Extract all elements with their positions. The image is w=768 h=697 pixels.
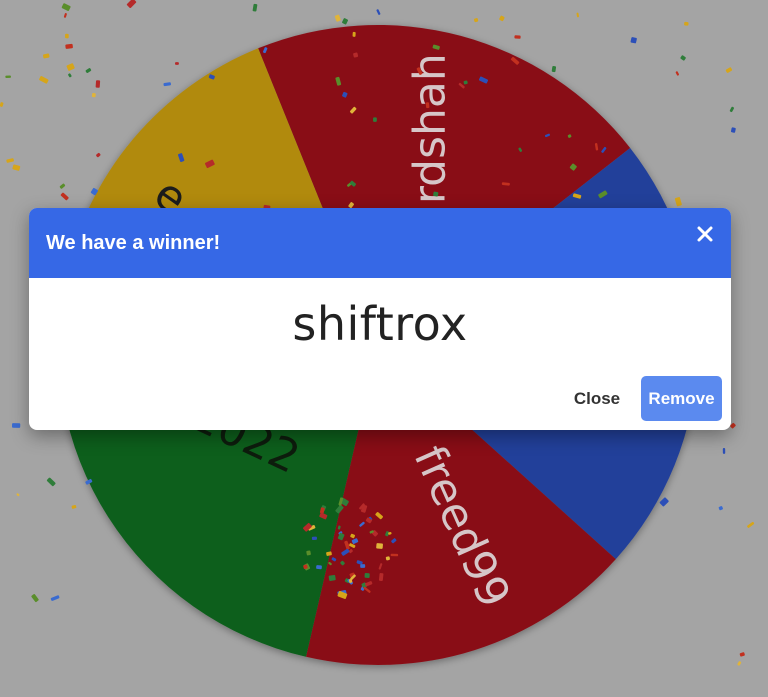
remove-button[interactable]: Remove bbox=[641, 376, 722, 421]
winner-name: shiftrox bbox=[292, 297, 468, 351]
winner-dialog: We have a winner! shiftrox Close Remove bbox=[29, 208, 731, 430]
dialog-title: We have a winner! bbox=[46, 232, 221, 254]
dialog-header: We have a winner! bbox=[29, 208, 731, 278]
close-icon[interactable] bbox=[693, 222, 717, 246]
close-button[interactable]: Close bbox=[559, 379, 635, 419]
